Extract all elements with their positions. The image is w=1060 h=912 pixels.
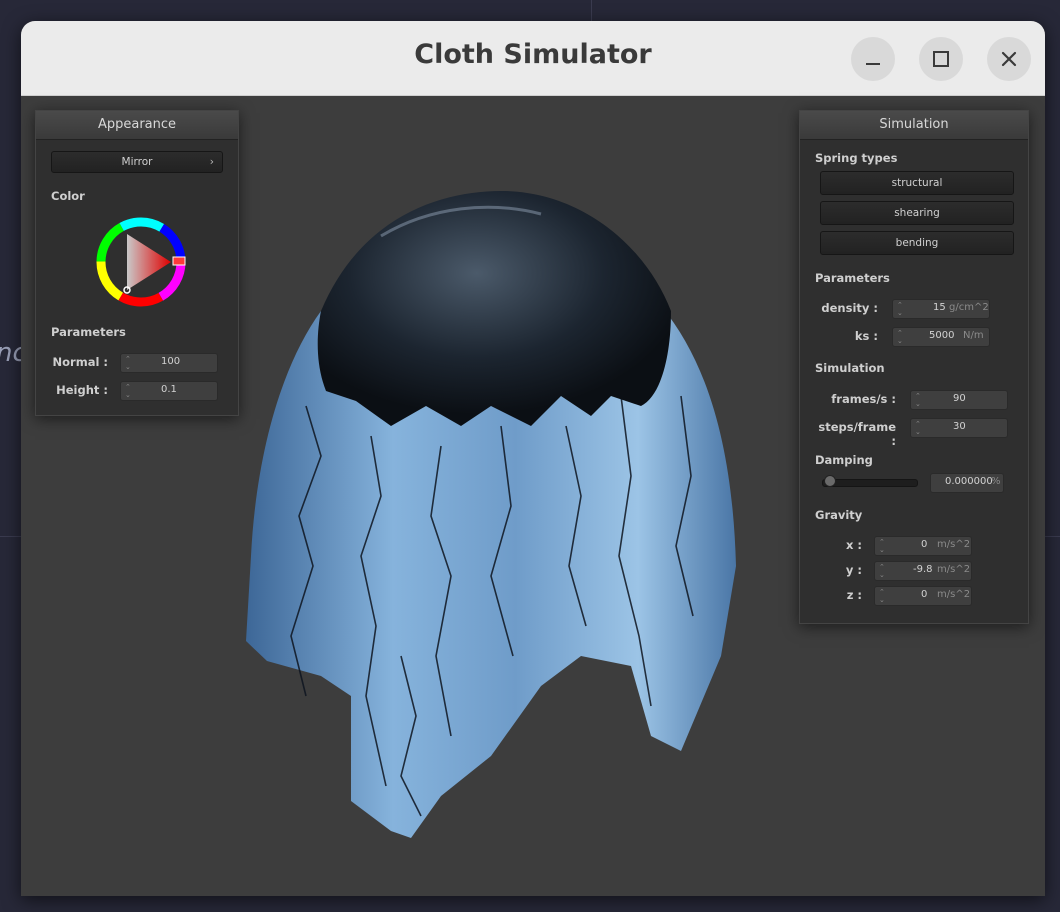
stepper-icon: ⌃ ⌄ xyxy=(879,588,885,604)
damping-slider-knob[interactable] xyxy=(824,475,836,487)
damping-value: 0.000000 xyxy=(945,476,993,487)
height-input[interactable]: ⌃ ⌄ 0.1 xyxy=(120,381,218,401)
maximize-button[interactable] xyxy=(919,37,963,81)
maximize-icon xyxy=(933,51,949,67)
minimize-icon xyxy=(866,63,880,65)
simulation-panel-header[interactable]: Simulation xyxy=(800,111,1028,140)
height-label: Height : xyxy=(56,383,108,397)
desktop-line-right xyxy=(1045,536,1060,537)
steps-value: 30 xyxy=(953,421,966,432)
density-unit: g/cm^2 xyxy=(949,302,989,313)
appearance-params-label: Parameters xyxy=(51,325,126,339)
chevron-right-icon: › xyxy=(209,156,214,168)
color-label: Color xyxy=(51,189,85,203)
steps-label: steps/frame : xyxy=(818,420,896,448)
damping-unit: % xyxy=(991,476,1001,487)
density-value: 15 xyxy=(933,302,946,313)
gravity-y-value: -9.8 xyxy=(913,564,933,575)
render-viewport[interactable]: Appearance Mirror › Color Parameters Nor… xyxy=(21,96,1045,896)
normal-input[interactable]: ⌃ ⌄ 100 xyxy=(120,353,218,373)
appearance-panel-header[interactable]: Appearance xyxy=(36,111,238,140)
gravity-y-unit: m/s^2 xyxy=(937,564,971,575)
density-input[interactable]: ⌃ ⌄ 15 g/cm^2 xyxy=(892,299,990,319)
stepper-icon: ⌃ ⌄ xyxy=(125,383,131,399)
gravity-z-label: z : xyxy=(846,588,862,602)
minimize-button[interactable] xyxy=(851,37,895,81)
close-button[interactable] xyxy=(987,37,1031,81)
gravity-y-label: y : xyxy=(845,563,862,577)
damping-slider[interactable] xyxy=(822,479,918,487)
damping-input[interactable]: 0.000000 % xyxy=(930,473,1004,493)
ks-unit: N/m xyxy=(963,330,984,341)
shearing-button[interactable]: shearing xyxy=(820,201,1014,225)
simulation-label: Simulation xyxy=(815,361,885,375)
app-window: Cloth Simulator Appearance Mirror › Colo… xyxy=(21,21,1045,896)
gravity-label: Gravity xyxy=(815,508,863,522)
steps-input[interactable]: ⌃ ⌄ 30 xyxy=(910,418,1008,438)
desktop-line-left xyxy=(0,536,21,537)
damping-label: Damping xyxy=(815,453,873,467)
stepper-icon: ⌃ ⌄ xyxy=(897,329,903,345)
gravity-x-input[interactable]: ⌃ ⌄ 0 m/s^2 xyxy=(874,536,972,556)
stepper-icon: ⌃ ⌄ xyxy=(125,355,131,371)
gravity-x-value: 0 xyxy=(921,539,928,550)
stepper-icon: ⌃ ⌄ xyxy=(915,392,921,408)
gravity-z-input[interactable]: ⌃ ⌄ 0 m/s^2 xyxy=(874,586,972,606)
appearance-panel: Appearance Mirror › Color Parameters Nor… xyxy=(35,110,239,416)
structural-button[interactable]: structural xyxy=(820,171,1014,195)
normal-value: 100 xyxy=(161,356,181,367)
height-value: 0.1 xyxy=(161,384,177,395)
fps-label: frames/s : xyxy=(831,392,896,406)
gravity-z-value: 0 xyxy=(921,589,928,600)
ks-input[interactable]: ⌃ ⌄ 5000 N/m xyxy=(892,327,990,347)
stepper-icon: ⌃ ⌄ xyxy=(897,301,903,317)
fps-value: 90 xyxy=(953,393,966,404)
normal-label: Normal : xyxy=(52,355,108,369)
fps-input[interactable]: ⌃ ⌄ 90 xyxy=(910,390,1008,410)
gravity-x-unit: m/s^2 xyxy=(937,539,971,550)
stepper-icon: ⌃ ⌄ xyxy=(879,563,885,579)
sim-params-label: Parameters xyxy=(815,271,890,285)
desktop-line-vertical xyxy=(591,0,592,21)
ks-value: 5000 xyxy=(929,330,955,341)
ks-label: ks : xyxy=(854,329,878,343)
stepper-icon: ⌃ ⌄ xyxy=(879,538,885,554)
stepper-icon: ⌃ ⌄ xyxy=(915,420,921,436)
shader-select-value: Mirror xyxy=(121,156,153,168)
bending-button[interactable]: bending xyxy=(820,231,1014,255)
color-wheel[interactable] xyxy=(93,214,189,310)
simulation-panel: Simulation Spring types structural shear… xyxy=(799,110,1029,624)
gravity-x-label: x : xyxy=(845,538,862,552)
density-label: density : xyxy=(821,301,878,315)
shader-select[interactable]: Mirror › xyxy=(51,151,223,173)
gravity-y-input[interactable]: ⌃ ⌄ -9.8 m/s^2 xyxy=(874,561,972,581)
title-bar: Cloth Simulator xyxy=(21,21,1045,96)
close-icon xyxy=(1001,51,1017,67)
gravity-z-unit: m/s^2 xyxy=(937,589,971,600)
spring-types-label: Spring types xyxy=(815,151,898,165)
